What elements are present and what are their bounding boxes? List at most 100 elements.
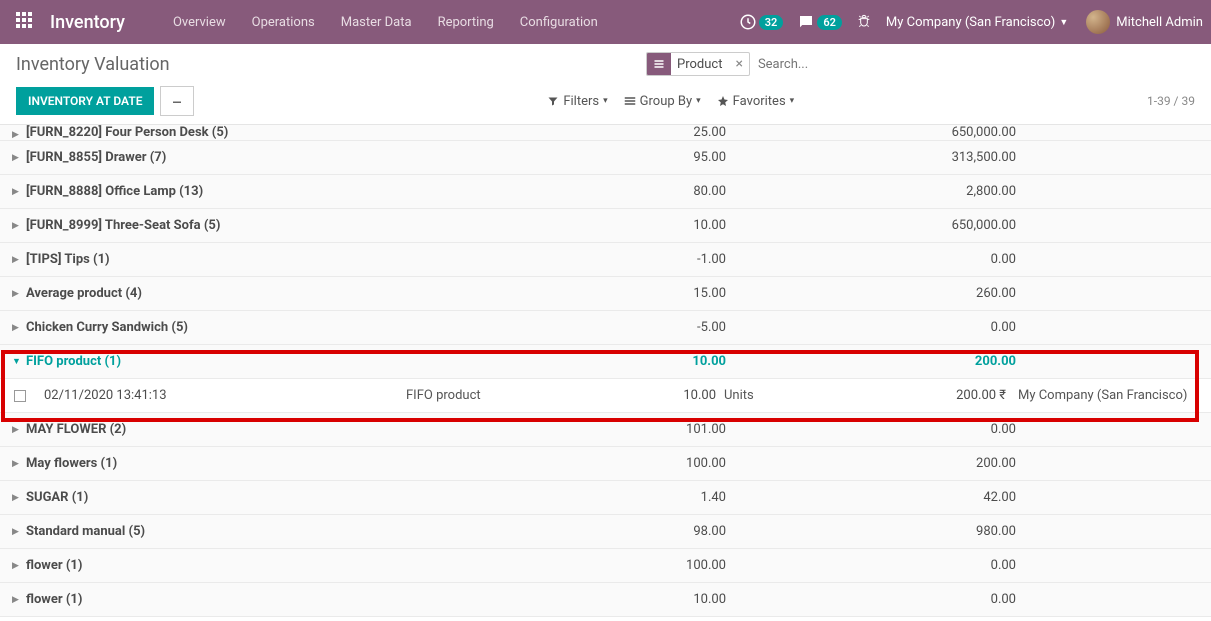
group-value: 200.00	[806, 354, 1016, 369]
detail-product: FIFO product	[406, 388, 606, 403]
expand-caret-icon: ▶	[12, 187, 22, 197]
filters-menu[interactable]: Filters ▾	[547, 94, 607, 109]
facet-remove-icon[interactable]: ×	[728, 56, 748, 72]
app-brand[interactable]: Inventory	[50, 12, 125, 33]
group-name: flower (1)	[26, 558, 416, 573]
group-name: Chicken Curry Sandwich (5)	[26, 320, 416, 335]
top-navbar: Inventory Overview Operations Master Dat…	[0, 0, 1211, 44]
user-name: Mitchell Admin	[1116, 15, 1203, 30]
group-row[interactable]: ▶[FURN_8888] Office Lamp (13)80.002,800.…	[0, 175, 1211, 209]
nav-overview[interactable]: Overview	[161, 5, 238, 40]
control-panel: Inventory Valuation Product × INVENTORY …	[0, 44, 1211, 125]
group-row[interactable]: ▶flower (1)10.000.00	[0, 583, 1211, 617]
messaging-indicator[interactable]: 62	[797, 13, 842, 31]
detail-row[interactable]: 02/11/2020 13:41:13FIFO product10.00Unit…	[0, 379, 1211, 413]
group-qty: 10.00	[616, 218, 726, 233]
group-value: 42.00	[806, 490, 1016, 505]
group-name: Standard manual (5)	[26, 524, 416, 539]
group-row[interactable]: ▶ Standard manual (5) 98.00 980.00	[0, 515, 1211, 549]
group-name: [FURN_8220] Four Person Desk (5)	[26, 125, 416, 140]
group-value: 0.00	[806, 252, 1016, 267]
page-title: Inventory Valuation	[16, 54, 646, 75]
avatar	[1086, 10, 1110, 34]
group-qty: 1.40	[616, 490, 726, 505]
group-qty: -5.00	[616, 320, 726, 335]
chat-icon	[797, 13, 815, 31]
group-name: [TIPS] Tips (1)	[26, 252, 416, 267]
group-row[interactable]: ▶ Chicken Curry Sandwich (5) -5.00 0.00	[0, 311, 1211, 345]
company-selector[interactable]: My Company (San Francisco) ▼	[886, 15, 1068, 30]
messaging-count: 62	[817, 15, 842, 30]
group-row[interactable]: ▶[FURN_8220] Four Person Desk (5)25.0065…	[0, 125, 1211, 141]
detail-value: 200.00 ₹	[796, 388, 1006, 403]
groupby-menu[interactable]: Group By ▾	[624, 94, 701, 109]
expand-caret-icon: ▶	[12, 323, 22, 333]
detail-date: 02/11/2020 13:41:13	[36, 388, 406, 403]
nav-reporting[interactable]: Reporting	[426, 5, 506, 40]
group-name: [FURN_8855] Drawer (7)	[26, 150, 416, 165]
group-row[interactable]: ▼FIFO product (1)10.00200.00	[0, 345, 1211, 379]
search-bar: Product ×	[646, 52, 950, 76]
group-qty: 25.00	[616, 125, 726, 140]
caret-down-icon: ▾	[603, 96, 608, 106]
group-name: May flowers (1)	[26, 456, 416, 471]
group-name: flower (1)	[26, 592, 416, 607]
group-row[interactable]: ▶[FURN_8855] Drawer (7)95.00313,500.00	[0, 141, 1211, 175]
search-facet-product[interactable]: Product ×	[646, 52, 750, 76]
group-row[interactable]: ▶[TIPS] Tips (1)-1.000.00	[0, 243, 1211, 277]
group-value: 260.00	[806, 286, 1016, 301]
nav-configuration[interactable]: Configuration	[508, 5, 610, 40]
main-nav: Overview Operations Master Data Reportin…	[161, 5, 610, 40]
download-icon	[171, 93, 183, 105]
pager[interactable]: 1-39 / 39	[1147, 94, 1195, 108]
group-qty: 100.00	[616, 558, 726, 573]
group-qty: 101.00	[616, 422, 726, 437]
download-button[interactable]	[160, 86, 194, 116]
company-name: My Company (San Francisco)	[886, 15, 1055, 30]
debug-icon[interactable]	[856, 12, 872, 32]
group-qty: 10.00	[616, 592, 726, 607]
group-qty: 95.00	[616, 150, 726, 165]
group-name: FIFO product (1)	[26, 354, 416, 369]
star-icon	[717, 95, 729, 107]
filter-icon	[547, 95, 559, 107]
activity-count: 32	[759, 15, 784, 30]
search-input[interactable]	[750, 53, 950, 76]
group-row[interactable]: ▶flower (1)100.000.00	[0, 549, 1211, 583]
group-value: 980.00	[806, 524, 1016, 539]
nav-master-data[interactable]: Master Data	[329, 5, 424, 40]
group-value: 200.00	[806, 456, 1016, 471]
group-value: 313,500.00	[806, 150, 1016, 165]
group-value: 2,800.00	[806, 184, 1016, 199]
expand-caret-icon: ▶	[12, 221, 22, 231]
expand-caret-icon: ▼	[12, 356, 22, 367]
group-row[interactable]: ▶SUGAR (1)1.4042.00	[0, 481, 1211, 515]
group-value: 0.00	[806, 558, 1016, 573]
group-row[interactable]: ▶Average product (4)15.00260.00	[0, 277, 1211, 311]
caret-down-icon: ▼	[1059, 17, 1068, 28]
group-qty: -1.00	[616, 252, 726, 267]
group-row[interactable]: ▶May flowers (1)100.00200.00	[0, 447, 1211, 481]
nav-operations[interactable]: Operations	[240, 5, 327, 40]
expand-caret-icon: ▶	[12, 493, 22, 503]
activity-indicator[interactable]: 32	[739, 13, 784, 31]
detail-unit: Units	[716, 388, 796, 403]
group-value: 650,000.00	[806, 218, 1016, 233]
user-menu[interactable]: Mitchell Admin	[1082, 10, 1203, 34]
groupby-facet-icon	[647, 52, 671, 76]
favorites-menu[interactable]: Favorites ▾	[717, 94, 795, 109]
row-checkbox[interactable]	[14, 390, 26, 402]
group-name: Average product (4)	[26, 286, 416, 301]
group-row[interactable]: ▶[FURN_8999] Three-Seat Sofa (5)10.00650…	[0, 209, 1211, 243]
expand-caret-icon: ▶	[12, 459, 22, 469]
facet-label: Product	[671, 57, 728, 72]
group-qty: 98.00	[616, 524, 726, 539]
apps-icon[interactable]	[16, 12, 36, 32]
expand-caret-icon: ▶	[12, 527, 22, 537]
group-qty: 80.00	[616, 184, 726, 199]
group-value: 650,000.00	[806, 125, 1016, 140]
group-value: 0.00	[806, 320, 1016, 335]
list-icon	[624, 95, 636, 107]
group-row[interactable]: ▶MAY FLOWER (2)101.000.00	[0, 413, 1211, 447]
inventory-at-date-button[interactable]: INVENTORY AT DATE	[16, 87, 154, 115]
